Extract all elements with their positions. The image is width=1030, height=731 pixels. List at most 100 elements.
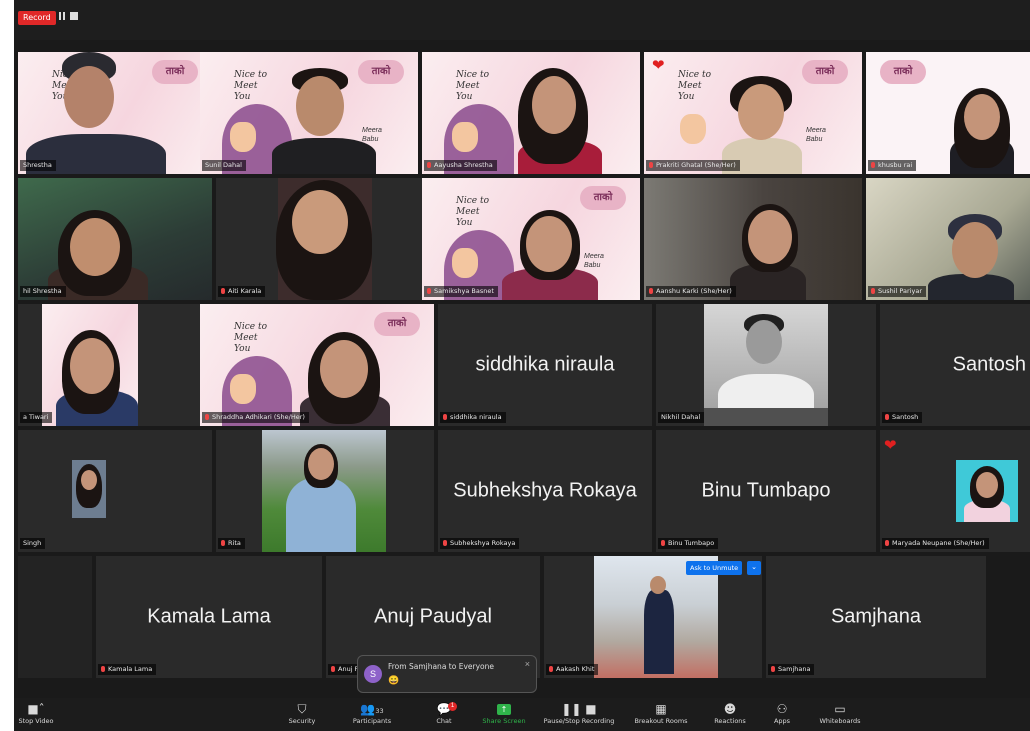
heart-reaction-icon: ❤ <box>884 437 897 454</box>
muted-mic-icon <box>101 666 105 672</box>
muted-mic-icon <box>871 288 875 294</box>
reactions-icon: ☻ <box>723 702 737 716</box>
slide-logo: ताको <box>580 186 626 210</box>
participant-name: Aayusha Shrestha <box>424 160 497 171</box>
reactions-button[interactable]: ☻ Reactions <box>700 701 760 726</box>
participant-tile[interactable]: Nikhil Dahal <box>656 304 876 426</box>
participant-tile[interactable]: Singh <box>18 430 212 552</box>
slide-logo: ताको <box>374 312 420 336</box>
slide-signoff: Meera Babu <box>584 253 604 269</box>
stop-video-button[interactable]: ■ˆ Stop Video <box>6 701 66 726</box>
chat-bubble-icon: 💬 <box>436 702 452 716</box>
participant-tile[interactable]: Santosh Santosh <box>880 304 1030 426</box>
apps-icon: ⚇ <box>776 702 788 716</box>
ask-to-unmute-more-button[interactable]: ⌄ <box>747 561 761 575</box>
video-camera-icon: ■ˆ <box>27 702 45 716</box>
muted-mic-icon <box>649 288 653 294</box>
participant-tile-active-speaker[interactable]: Nice to Meet You ताको Meera Babu Sunil Dah… <box>200 52 418 174</box>
muted-mic-icon <box>871 162 875 168</box>
participant-tile[interactable]: a Tiwari <box>18 304 212 426</box>
meeting-toolbar: ■ˆ Stop Video ⛉ Security 👥33 Participant… <box>14 698 1030 731</box>
participant-name: Prakriti Ghatal (She/Her) <box>646 160 740 171</box>
participant-tile[interactable]: ताकोNice to Meet You Shrestha <box>18 52 212 174</box>
slide-greeting: Nice to Meet You <box>456 196 490 228</box>
participant-tile[interactable]: Rita <box>216 430 434 552</box>
participant-display-name: Kamala Lama <box>147 605 271 628</box>
participant-name: Samjhana <box>768 664 815 675</box>
breakout-rooms-button[interactable]: ▦ Breakout Rooms <box>626 701 696 726</box>
share-screen-button[interactable]: ↑ Share Screen <box>474 701 534 726</box>
participant-name: Shraddha Adhikari (She/Her) <box>202 412 309 423</box>
muted-mic-icon <box>221 540 225 546</box>
whiteboards-button[interactable]: ▭ Whiteboards <box>810 701 870 726</box>
participant-tile[interactable]: Sushil Pariyar <box>866 178 1030 300</box>
apps-button[interactable]: ⚇ Apps <box>752 701 812 726</box>
participant-name: Rita <box>218 538 245 549</box>
participant-name: Aiti Karala <box>218 286 266 297</box>
participant-tile[interactable]: hil Shrestha <box>18 178 212 300</box>
muted-mic-icon <box>885 414 889 420</box>
participant-name: Maryada Neupane (She/Her) <box>882 538 989 549</box>
participant-tile[interactable]: Aanshu Karki (She/Her) <box>644 178 862 300</box>
chat-sender-avatar: S <box>364 665 382 683</box>
participant-name: a Tiwari <box>20 412 53 423</box>
pause-recording-icon[interactable] <box>58 12 66 20</box>
security-button[interactable]: ⛉ Security <box>272 701 332 726</box>
pause-stop-icon: ❚❚ ■ <box>561 702 597 716</box>
participant-display-name: Subhekshya Rokaya <box>453 479 637 502</box>
participant-tile[interactable]: Binu Tumbapo Binu Tumbapo <box>656 430 876 552</box>
participant-name: Samikshya Basnet <box>424 286 498 297</box>
pause-stop-recording-button[interactable]: ❚❚ ■ Pause/Stop Recording <box>539 701 619 726</box>
ask-to-unmute-button[interactable]: Ask to Unmute <box>686 561 743 575</box>
participant-tile[interactable]: Nice to Meet You Aayusha Shrestha <box>422 52 640 174</box>
breakout-rooms-icon: ▦ <box>655 702 667 716</box>
participant-tile[interactable]: Nice to Meet You ताको Shraddha Adhikari (… <box>200 304 434 426</box>
participant-tile[interactable]: Samjhana Samjhana <box>766 556 986 678</box>
share-screen-icon: ↑ <box>474 701 534 717</box>
muted-mic-icon <box>549 666 553 672</box>
participant-tile[interactable]: ताको khusbu rai <box>866 52 1030 174</box>
participant-tile[interactable]: ❤ Maryada Neupane (She/Her) <box>880 430 1030 552</box>
participant-display-name: Samjhana <box>830 605 922 628</box>
participant-display-name: Binu Tumbapo <box>701 479 831 502</box>
chat-unread-badge: 1 <box>448 702 457 711</box>
close-icon[interactable]: × <box>525 659 530 669</box>
slide-logo: ताको <box>802 60 848 84</box>
muted-mic-icon <box>331 666 335 672</box>
heart-reaction-icon: ❤ <box>652 57 665 74</box>
muted-mic-icon <box>221 288 225 294</box>
chat-button[interactable]: 💬 1 Chat <box>414 701 474 726</box>
zoom-meeting-window: Record ताकोNice to Meet You Shrestha Nic… <box>14 0 1030 731</box>
slide-logo: ताको <box>880 60 926 84</box>
participant-tile[interactable]: Kamala Lama Kamala Lama <box>96 556 322 678</box>
participant-name: Aakash Khit <box>546 664 599 675</box>
muted-mic-icon <box>649 162 653 168</box>
participant-name: Sunil Dahal <box>202 160 246 171</box>
participant-name: Shrestha <box>20 160 56 171</box>
participants-icon: 👥33 <box>360 702 384 716</box>
slide-logo: ताको <box>152 60 198 84</box>
participant-name: hil Shrestha <box>20 286 66 297</box>
empty-tile <box>18 556 92 678</box>
muted-mic-icon <box>443 540 447 546</box>
chat-sender-line: From Samjhana to Everyone <box>388 662 494 671</box>
muted-mic-icon <box>427 162 431 168</box>
participant-tile[interactable]: siddhika niraula siddhika niraula <box>438 304 652 426</box>
participant-tile[interactable]: Nice to Meet You ताको Meera Babu Samikshya… <box>422 178 640 300</box>
participant-display-name: siddhika niraula <box>475 353 615 376</box>
participants-button[interactable]: 👥33 Participants <box>342 701 402 726</box>
shield-icon: ⛉ <box>297 702 307 716</box>
muted-mic-icon <box>443 414 447 420</box>
muted-mic-icon <box>427 288 431 294</box>
participant-tile[interactable]: Subhekshya Rokaya Subhekshya Rokaya <box>438 430 652 552</box>
muted-mic-icon <box>661 540 665 546</box>
muted-mic-icon <box>771 666 775 672</box>
participant-name: Nikhil Dahal <box>658 412 705 423</box>
participant-tile[interactable]: Nice to Meet You ताको Meera Babu ❤ Prakrit… <box>644 52 862 174</box>
participant-name: Subhekshya Rokaya <box>440 538 520 549</box>
stop-recording-icon[interactable] <box>70 12 78 20</box>
participant-name: Aanshu Karki (She/Her) <box>646 286 736 297</box>
chat-notification-popup[interactable]: S From Samjhana to Everyone 😀 × <box>357 655 537 693</box>
muted-mic-icon <box>205 414 209 420</box>
participant-tile[interactable]: Aiti Karala <box>216 178 434 300</box>
